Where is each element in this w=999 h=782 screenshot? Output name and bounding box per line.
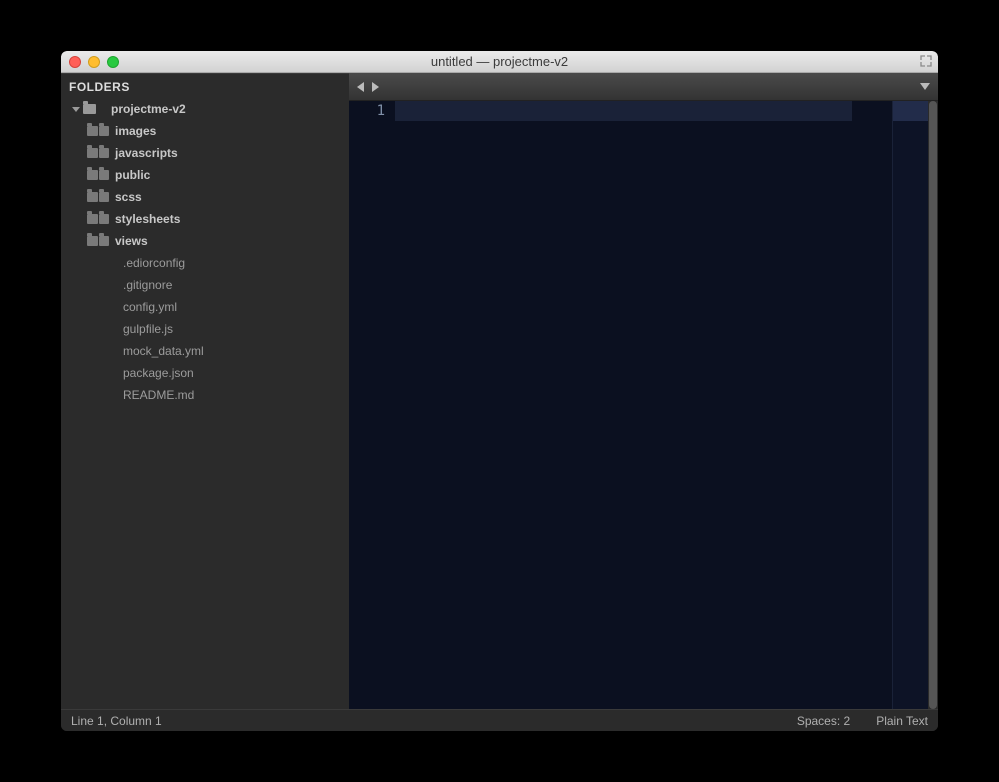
tree-folder[interactable]: stylesheets <box>61 208 349 230</box>
tree-folder-label: images <box>115 124 156 138</box>
current-line-highlight <box>395 101 852 121</box>
folder-icon <box>87 192 113 202</box>
tree-folder-label: scss <box>115 190 142 204</box>
statusbar: Line 1, Column 1 Spaces: 2 Plain Text <box>61 709 938 731</box>
tree-file[interactable]: mock_data.yml <box>61 340 349 362</box>
minimap[interactable] <box>892 101 928 709</box>
tree-file[interactable]: config.yml <box>61 296 349 318</box>
tree-file-label: package.json <box>123 366 194 380</box>
folder-icon <box>87 148 113 158</box>
tree-file-label: mock_data.yml <box>123 344 204 358</box>
status-spaces[interactable]: Spaces: 2 <box>797 714 850 728</box>
folder-icon <box>83 104 109 114</box>
tabbar <box>349 73 938 101</box>
tree-folder-label: javascripts <box>115 146 178 160</box>
editor-body: 1 <box>349 101 938 709</box>
tree-folder[interactable]: views <box>61 230 349 252</box>
status-syntax[interactable]: Plain Text <box>876 714 928 728</box>
tree-file[interactable]: README.md <box>61 384 349 406</box>
tree-root-label: projectme-v2 <box>111 102 186 116</box>
minimize-button[interactable] <box>88 56 100 68</box>
tree-folder-label: public <box>115 168 150 182</box>
titlebar[interactable]: untitled — projectme-v2 <box>61 51 938 73</box>
nav-forward-icon[interactable] <box>372 82 379 92</box>
tree-root[interactable]: projectme-v2 <box>61 98 349 120</box>
tree-folder[interactable]: javascripts <box>61 142 349 164</box>
code-area[interactable] <box>395 101 892 709</box>
nav-back-icon[interactable] <box>357 82 364 92</box>
traffic-lights <box>69 56 119 68</box>
folder-icon <box>87 236 113 246</box>
tree-folder[interactable]: images <box>61 120 349 142</box>
window-title: untitled — projectme-v2 <box>61 54 938 69</box>
tree-file[interactable]: .ediorconfig <box>61 252 349 274</box>
tree-folder[interactable]: scss <box>61 186 349 208</box>
chevron-down-icon <box>71 104 81 114</box>
tree-file[interactable]: package.json <box>61 362 349 384</box>
tree-file[interactable]: .gitignore <box>61 274 349 296</box>
tree-file[interactable]: gulpfile.js <box>61 318 349 340</box>
tree-folder[interactable]: public <box>61 164 349 186</box>
tree-folder-label: views <box>115 234 148 248</box>
tree-file-label: README.md <box>123 388 194 402</box>
fullscreen-icon[interactable] <box>920 55 932 67</box>
tree-file-label: .gitignore <box>123 278 172 292</box>
folder-icon <box>87 170 113 180</box>
minimap-viewport <box>893 101 928 121</box>
scrollbar-thumb[interactable] <box>929 101 937 709</box>
tree-file-label: .ediorconfig <box>123 256 185 270</box>
line-number: 1 <box>349 103 385 119</box>
scrollbar[interactable] <box>928 101 938 709</box>
maximize-button[interactable] <box>107 56 119 68</box>
tree-file-label: config.yml <box>123 300 177 314</box>
sidebar-header: FOLDERS <box>61 73 349 98</box>
gutter: 1 <box>349 101 395 709</box>
tab-menu-icon[interactable] <box>920 83 930 90</box>
app-body: FOLDERS projectme-v2 images <box>61 73 938 709</box>
folder-tree: projectme-v2 images javascripts public <box>61 98 349 406</box>
folder-icon <box>87 126 113 136</box>
folder-icon <box>87 214 113 224</box>
app-window: untitled — projectme-v2 FOLDERS projectm… <box>61 51 938 731</box>
status-cursor[interactable]: Line 1, Column 1 <box>71 714 162 728</box>
tree-file-label: gulpfile.js <box>123 322 173 336</box>
editor-pane: 1 <box>349 73 938 709</box>
tree-folder-label: stylesheets <box>115 212 180 226</box>
close-button[interactable] <box>69 56 81 68</box>
sidebar: FOLDERS projectme-v2 images <box>61 73 349 709</box>
